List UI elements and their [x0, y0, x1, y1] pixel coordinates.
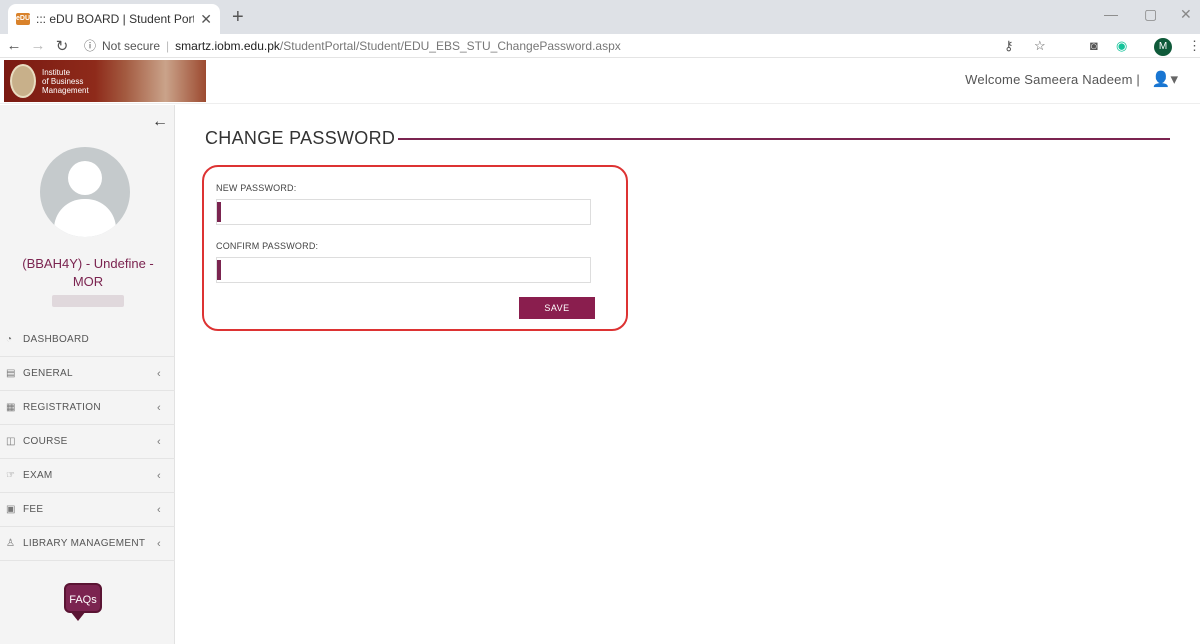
page-title: CHANGE PASSWORD — [205, 128, 396, 148]
redacted-info — [52, 295, 124, 307]
general-icon: ▤ — [6, 368, 16, 379]
reload-icon[interactable]: ↻ — [52, 37, 72, 55]
info-icon[interactable]: ⓘ — [84, 37, 96, 54]
institute-logo[interactable]: Institute of Business Management — [4, 60, 206, 102]
chevron-left-icon: ‹ — [157, 435, 161, 448]
sidebar-item-label: EXAM — [23, 470, 53, 481]
logo-text: Institute of Business Management — [42, 68, 89, 95]
sidebar-item-label: COURSE — [23, 436, 68, 447]
sidebar-menu: ◔ DASHBOARD ▤ GENERAL ‹ ▦ REGISTRATION ‹… — [0, 323, 175, 561]
chevron-left-icon: ‹ — [157, 537, 161, 550]
sidebar-item-label: GENERAL — [23, 368, 73, 379]
save-button[interactable]: SAVE — [519, 297, 595, 319]
url-field[interactable]: ⓘ Not secure | smartz.iobm.edu.pk /Stude… — [84, 37, 621, 54]
logo-line-2: of Business — [42, 76, 84, 86]
back-icon[interactable]: ← — [4, 37, 24, 54]
browser-menu-icon[interactable]: ⋮ — [1188, 38, 1200, 54]
sidebar-item-label: REGISTRATION — [23, 402, 101, 413]
faq-bubble-tail — [70, 611, 86, 621]
faq-icon: FAQs — [64, 583, 102, 613]
logo-line-3: Management — [42, 85, 89, 95]
sidebar-item-fee[interactable]: ▣ FEE ‹ — [0, 493, 175, 527]
site-favicon-icon: eDU — [16, 13, 30, 25]
chevron-left-icon: ‹ — [157, 401, 161, 414]
avatar-body — [54, 199, 116, 237]
browser-tab[interactable]: eDU ::: eDU BOARD | Student Portal ::: ✕ — [8, 4, 220, 34]
avatar — [40, 147, 130, 237]
sidebar-item-dashboard[interactable]: ◔ DASHBOARD — [0, 323, 175, 357]
sidebar-item-label: DASHBOARD — [23, 334, 90, 345]
fee-icon: ▣ — [6, 504, 16, 515]
url-separator: | — [166, 38, 170, 53]
exam-icon: ☞ — [6, 470, 16, 481]
chevron-left-icon: ‹ — [157, 367, 161, 380]
logo-emblem-icon — [10, 64, 36, 98]
minimize-icon[interactable]: — — [1104, 6, 1118, 22]
chevron-left-icon: ‹ — [157, 469, 161, 482]
confirm-password-label: CONFIRM PASSWORD: — [216, 241, 319, 251]
new-password-label: NEW PASSWORD: — [216, 183, 297, 193]
user-menu-icon[interactable]: 👤▾ — [1152, 70, 1178, 88]
library-icon: ♙ — [6, 538, 16, 549]
sidebar: ← (BBAH4Y) - Undefine - MOR ◔ DASHBOARD … — [0, 105, 175, 644]
forward-icon[interactable]: → — [28, 37, 48, 54]
sidebar-item-exam[interactable]: ☞ EXAM ‹ — [0, 459, 175, 493]
sidebar-item-label: LIBRARY MANAGEMENT — [23, 538, 146, 549]
collapse-arrow-icon[interactable]: ← — [152, 113, 168, 131]
key-icon[interactable]: ⚷ — [1004, 38, 1014, 54]
course-icon: ◫ — [6, 436, 16, 447]
new-password-input[interactable] — [216, 199, 591, 225]
sidebar-item-registration[interactable]: ▦ REGISTRATION ‹ — [0, 391, 175, 425]
sidebar-item-general[interactable]: ▤ GENERAL ‹ — [0, 357, 175, 391]
browser-tab-bar: eDU ::: eDU BOARD | Student Portal ::: ✕… — [0, 0, 1200, 34]
window-close-icon[interactable]: ✕ — [1180, 6, 1192, 23]
extension-icon[interactable]: ◙ — [1090, 38, 1098, 53]
title-divider — [398, 138, 1170, 140]
maximize-icon[interactable]: ▢ — [1144, 6, 1157, 23]
dashboard-icon: ◔ — [6, 334, 13, 345]
browser-profile-avatar[interactable]: M — [1154, 38, 1172, 56]
welcome-text: Welcome Sameera Nadeem | — [965, 72, 1140, 87]
sidebar-item-library-management[interactable]: ♙ LIBRARY MANAGEMENT ‹ — [0, 527, 175, 561]
tab-close-icon[interactable]: ✕ — [200, 11, 212, 28]
grammarly-icon[interactable]: ◉ — [1116, 38, 1127, 54]
address-bar: ← → ↻ ⓘ Not secure | smartz.iobm.edu.pk … — [0, 34, 1200, 58]
sidebar-item-course[interactable]: ◫ COURSE ‹ — [0, 425, 175, 459]
change-password-form: NEW PASSWORD: CONFIRM PASSWORD: SAVE — [202, 165, 628, 331]
url-host: smartz.iobm.edu.pk — [175, 38, 280, 53]
security-label: Not secure — [102, 38, 161, 53]
avatar-head — [68, 161, 102, 195]
chevron-left-icon: ‹ — [157, 503, 161, 516]
app-header: Institute of Business Management Welcome… — [0, 58, 1200, 104]
tab-title: ::: eDU BOARD | Student Portal ::: — [36, 12, 194, 26]
faq-button[interactable]: FAQs — [64, 583, 106, 623]
new-tab-icon[interactable]: + — [232, 6, 244, 29]
confirm-password-input[interactable] — [216, 257, 591, 283]
logo-line-1: Institute — [42, 67, 71, 77]
student-name: (BBAH4Y) - Undefine - MOR — [22, 256, 154, 289]
url-path: /StudentPortal/Student/EDU_EBS_STU_Chang… — [279, 38, 621, 53]
bookmark-star-icon[interactable]: ☆ — [1034, 38, 1046, 54]
registration-icon: ▦ — [6, 402, 16, 413]
sidebar-item-label: FEE — [23, 504, 44, 515]
